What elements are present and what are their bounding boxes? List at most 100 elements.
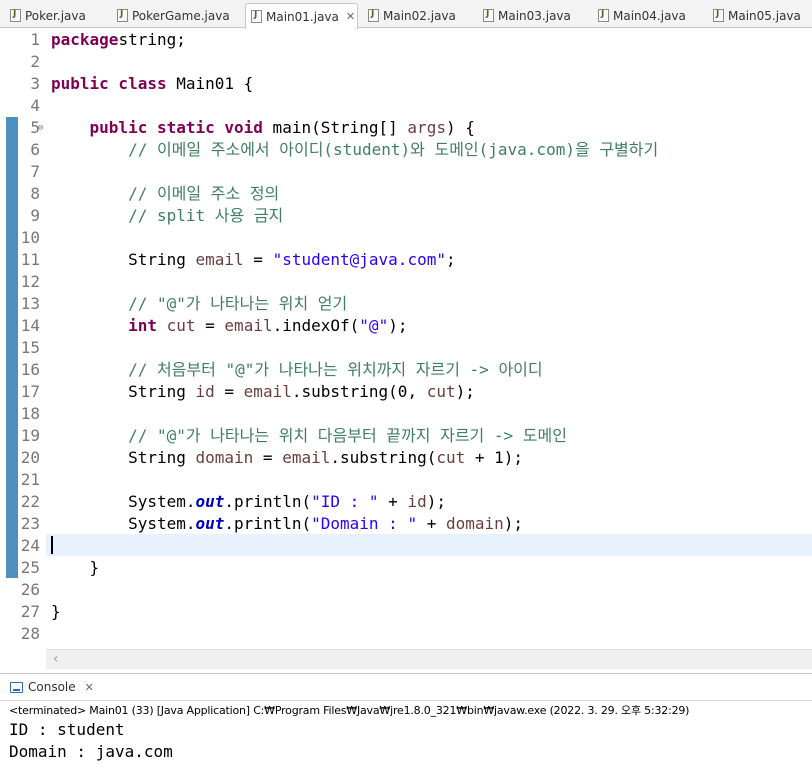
line-number: 21 [20, 470, 40, 489]
tab-main03-java[interactable]: Main03.java [478, 3, 590, 28]
code-text: // 처음부터 "@"가 나타나는 위치까지 자르기 -> 아이디 [51, 359, 543, 381]
code-line[interactable]: 17 String id = email.substring(0, cut); [0, 381, 812, 403]
code-line[interactable]: 6 // 이메일 주소에서 아이디(student)와 도메인(java.com… [0, 139, 812, 161]
code-token: System. [51, 492, 196, 511]
tab-label: Main04.java [613, 8, 686, 23]
tab-label: Main01.java [266, 9, 339, 24]
code-text: // 이메일 주소에서 아이디(student)와 도메인(java.com)을… [51, 139, 658, 161]
code-token: ; [445, 250, 456, 269]
code-token: .println( [224, 514, 312, 533]
tab-label: Main02.java [383, 8, 456, 23]
line-number: 20 [20, 448, 40, 467]
fold-collapse-icon[interactable]: ⊖ [38, 117, 43, 139]
code-line[interactable]: 5 ⊖ public static void main(String[] args… [0, 117, 812, 139]
code-line[interactable]: 20 String domain = email.substring(cut +… [0, 447, 812, 469]
code-token: cut [166, 316, 196, 335]
tab-main05-java[interactable]: Main05.java [708, 3, 812, 28]
line-number: 26 [20, 580, 40, 599]
code-line[interactable]: 26 [0, 579, 812, 601]
code-line[interactable]: 21 [0, 469, 812, 491]
code-line[interactable]: 4 [0, 95, 812, 117]
code-line[interactable]: 15 [0, 337, 812, 359]
console-output-line: ID : student [9, 720, 125, 739]
code-editor[interactable]: 1 packagestring; 2 3 public class Main01 {4 5… [0, 29, 812, 669]
tab-poker-java[interactable]: Poker.java [5, 3, 109, 28]
code-line[interactable]: 19 // "@"가 나타나는 위치 다음부터 끝까지 자르기 -> 도메인 [0, 425, 812, 447]
code-token: System. [51, 514, 196, 533]
line-number: 15 [20, 338, 40, 357]
code-line[interactable]: 23 System.out.println("Domain : " + doma… [0, 513, 812, 535]
code-line[interactable]: 8 // 이메일 주소 정의 [0, 183, 812, 205]
code-line[interactable]: 27} [0, 601, 812, 623]
code-token: email [224, 316, 273, 335]
code-line[interactable]: 25 } [0, 557, 812, 579]
code-token: id [195, 382, 215, 401]
tab-label: Main05.java [728, 8, 801, 23]
tab-label: PokerGame.java [132, 8, 230, 23]
code-token: = [253, 448, 283, 467]
line-number: 9 [30, 206, 40, 225]
console-title: Console [28, 680, 76, 694]
line-number: 8 [30, 184, 40, 203]
scroll-left-arrow-icon[interactable]: ‹ [53, 651, 59, 667]
close-icon[interactable]: ✕ [346, 10, 355, 23]
java-file-icon [713, 9, 724, 22]
code-line[interactable]: 24 [0, 535, 812, 557]
line-number: 22 [20, 492, 40, 511]
code-token: main(String[] [262, 118, 408, 137]
code-text: packagestring; [51, 29, 186, 51]
code-line[interactable]: 1 packagestring; [0, 29, 812, 51]
code-text: public class Main01 { [51, 73, 253, 95]
code-token: email [282, 448, 331, 467]
code-line[interactable]: 12 [0, 271, 812, 293]
code-line[interactable]: 7 [0, 161, 812, 183]
console-output[interactable]: <terminated> Main01 (33) [Java Applicati… [0, 702, 812, 778]
console-tab[interactable]: Console ✕ [0, 673, 812, 701]
editor-tab-bar: Poker.java PokerGame.java Main01.java ✕ … [0, 0, 812, 29]
text-caret [51, 536, 53, 554]
code-line[interactable]: 9 // split 사용 금지 [0, 205, 812, 227]
code-text: public static void main(String[] args) { [51, 117, 475, 139]
java-file-icon [117, 9, 128, 22]
code-line[interactable]: 22 System.out.println("ID : " + id); [0, 491, 812, 513]
close-icon[interactable]: ✕ [85, 681, 94, 694]
code-line[interactable]: 14 int cut = email.indexOf("@"); [0, 315, 812, 337]
java-file-icon [598, 9, 609, 22]
java-file-icon [251, 10, 262, 23]
line-number: 6 [30, 140, 40, 159]
code-token: ); [388, 316, 408, 335]
code-line[interactable]: 11 String email = "student@java.com"; [0, 249, 812, 271]
code-token: id [407, 492, 427, 511]
code-line[interactable]: 18 [0, 403, 812, 425]
code-line[interactable]: 3 public class Main01 { [0, 73, 812, 95]
code-token: .substring(0, [291, 382, 427, 401]
code-token: cut [436, 448, 466, 467]
code-token: public static void [89, 118, 263, 137]
tab-main04-java[interactable]: Main04.java [593, 3, 705, 28]
tab-main02-java[interactable]: Main02.java [363, 3, 475, 28]
code-token: = [195, 316, 225, 335]
console-output-line: Domain : java.com [9, 742, 173, 761]
code-text: int cut = email.indexOf("@"); [51, 315, 407, 337]
code-token: = [214, 382, 244, 401]
code-token: + 1); [465, 448, 524, 467]
code-text: String domain = email.substring(cut + 1)… [51, 447, 523, 469]
code-token: = [243, 250, 273, 269]
line-number: 17 [20, 382, 40, 401]
tab-main01-java[interactable]: Main01.java ✕ [245, 3, 358, 29]
line-number: 11 [20, 250, 40, 269]
tab-pokergame-java[interactable]: PokerGame.java [112, 3, 244, 28]
code-token: out [195, 514, 225, 533]
code-line[interactable]: 2 [0, 51, 812, 73]
horizontal-scrollbar[interactable]: ‹ [46, 649, 812, 669]
code-line[interactable]: 28 [0, 623, 812, 645]
code-token: // 이메일 주소 정의 [128, 184, 280, 203]
code-line[interactable]: 16 // 처음부터 "@"가 나타나는 위치까지 자르기 -> 아이디 [0, 359, 812, 381]
line-number: 1 [30, 30, 40, 49]
code-line[interactable]: 10 [0, 227, 812, 249]
code-line[interactable]: 13 // "@"가 나타나는 위치 얻기 [0, 293, 812, 315]
